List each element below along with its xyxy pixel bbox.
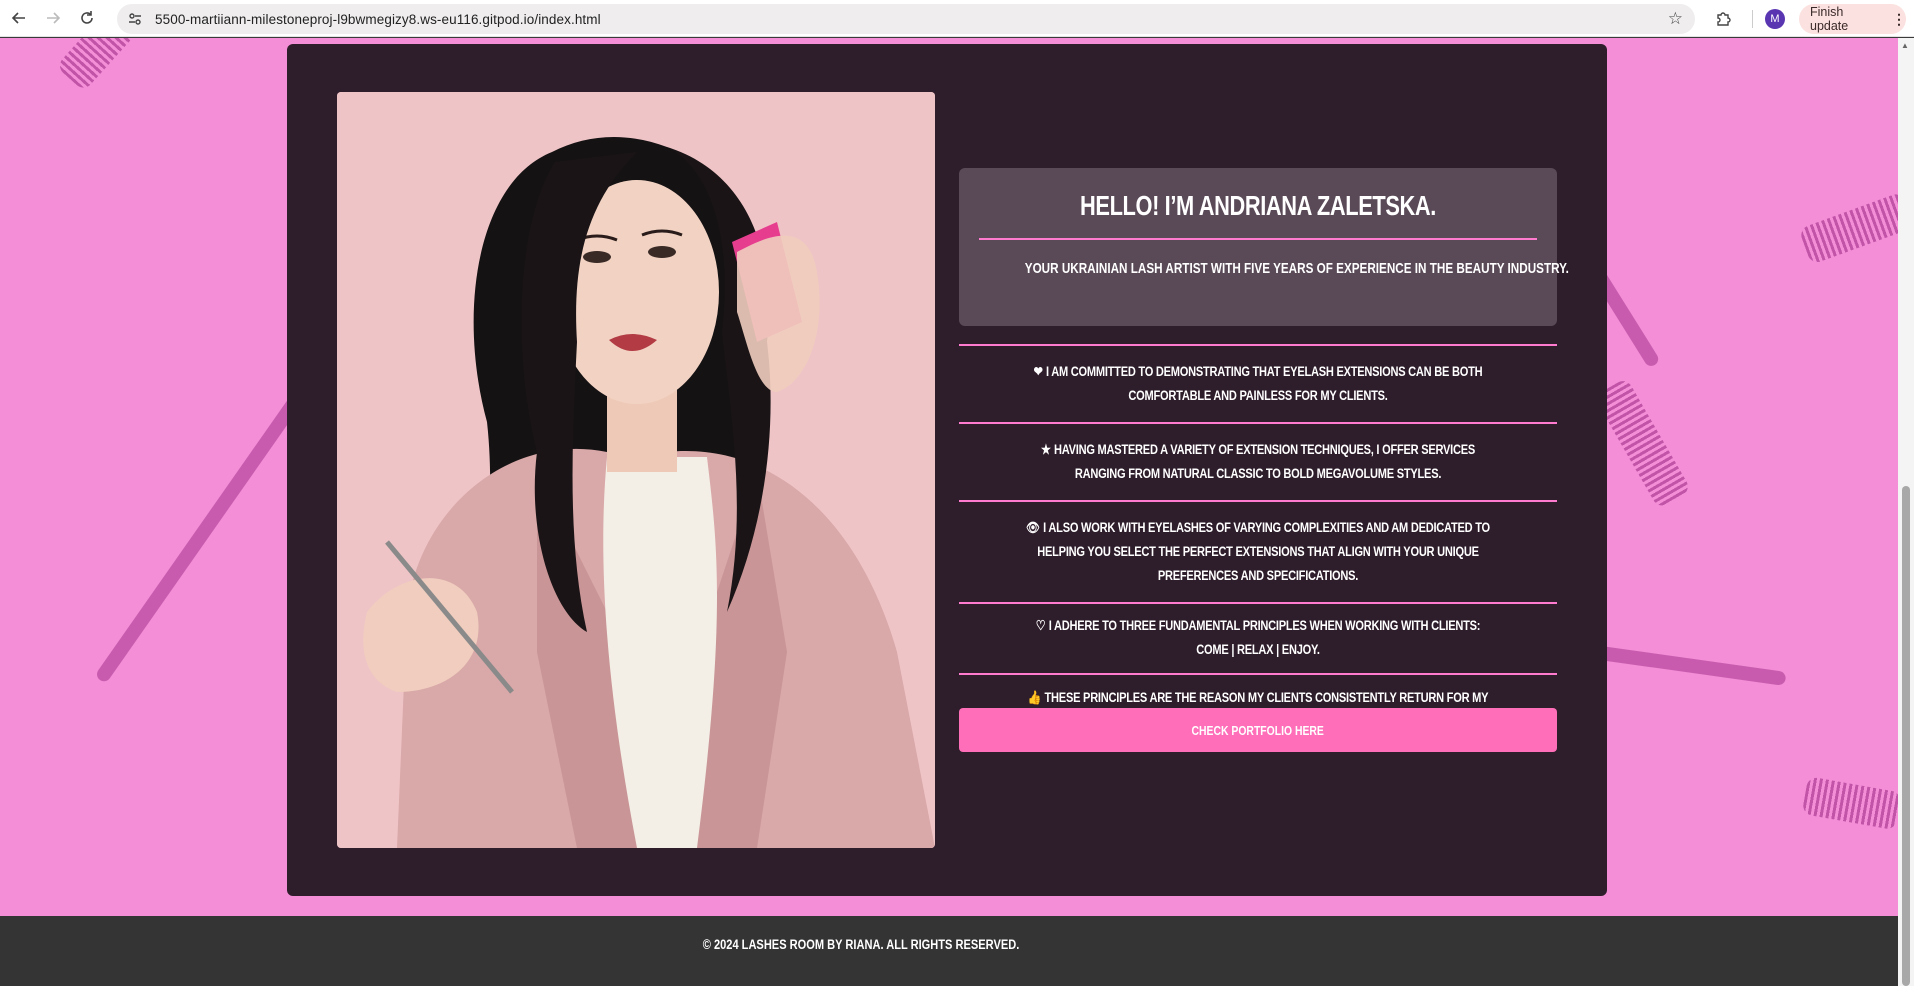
address-bar[interactable]: 5500-martiiann-milestoneproj-l9bwmegizy8… [117, 4, 1695, 34]
fact-text: Having mastered a variety of extension t… [1053, 442, 1476, 481]
heart-outline-icon: ♡ [1035, 618, 1046, 633]
profile-avatar[interactable]: M [1765, 9, 1785, 29]
arrow-left-icon [11, 12, 25, 24]
extensions-button[interactable] [1709, 4, 1739, 34]
heart-icon: ❤ [1033, 364, 1043, 379]
divider [979, 238, 1537, 240]
fact-text-wrapper: ★ Having mastered a variety of extension … [1024, 438, 1491, 486]
scrollbar-thumb[interactable] [1902, 486, 1910, 986]
fact-text-wrapper: 👁 I also work with eyelashes of varying c… [1024, 516, 1491, 588]
intro-box: Hello! I’m Andriana Zaletska. Your Ukrai… [959, 168, 1569, 326]
portrait-photo [337, 92, 935, 848]
fact-text: I adhere to three fundamental principles… [1048, 618, 1481, 657]
fact-item: ♡ I adhere to three fundamental principle… [959, 602, 1557, 673]
reload-icon [81, 11, 93, 24]
url-text[interactable]: 5500-martiiann-milestoneproj-l9bwmegizy8… [155, 12, 601, 27]
finish-update-label: Finish update [1810, 5, 1849, 33]
fact-text: I am committed to demonstrating that eye… [1045, 364, 1483, 403]
forward-button[interactable] [38, 3, 68, 33]
fact-text-wrapper: ♡ I adhere to three fundamental principle… [1024, 614, 1491, 662]
arrow-right-icon [47, 12, 61, 24]
portrait-illustration [337, 92, 935, 848]
fact-text-wrapper: ❤ I am committed to demonstrating that ey… [1024, 360, 1491, 408]
more-vert-icon: ⋮ [1892, 10, 1906, 27]
page-background: Hello! I’m Andriana Zaletska. Your Ukrai… [0, 38, 1898, 986]
eye-icon: 👁 [1026, 520, 1040, 535]
finish-update-button[interactable]: Finish update ⋮ [1799, 4, 1906, 34]
tune-icon [129, 13, 141, 25]
browser-toolbar: 5500-martiiann-milestoneproj-l9bwmegizy8… [0, 0, 1914, 37]
fact-item: ❤ I am committed to demonstrating that ey… [959, 344, 1557, 422]
thumbs-up-icon: 👍 [1027, 690, 1042, 705]
fact-item: ★ Having mastered a variety of extension … [959, 422, 1557, 500]
toolbar-divider [1752, 10, 1753, 28]
check-portfolio-button[interactable]: Check portfolio here [959, 708, 1557, 752]
intro-subtitle: Your Ukrainian lash artist with five yea… [1024, 260, 1569, 277]
site-info-button[interactable] [121, 5, 149, 33]
bookmark-star-icon[interactable]: ☆ [1668, 9, 1683, 29]
page-title: Hello! I’m Andriana Zaletska. [1080, 190, 1436, 221]
scroll-up-icon[interactable]: ▲ [1901, 41, 1909, 50]
footer: © 2024 Lashes Room by Riana. All rights … [0, 916, 1898, 986]
copyright-text: © 2024 Lashes Room by Riana. All rights … [703, 936, 1020, 952]
back-button[interactable] [4, 3, 34, 33]
about-card: Hello! I’m Andriana Zaletska. Your Ukrai… [287, 44, 1607, 896]
vertical-scrollbar[interactable]: ▲ [1898, 38, 1914, 986]
star-icon: ★ [1040, 442, 1051, 457]
reload-button[interactable] [72, 3, 102, 33]
fact-text: I also work with eyelashes of varying co… [1037, 520, 1490, 583]
check-portfolio-label: Check portfolio here [1191, 722, 1325, 738]
fact-item: 👁 I also work with eyelashes of varying c… [959, 500, 1557, 602]
puzzle-icon [1717, 12, 1731, 26]
facts-list: ❤ I am committed to demonstrating that ey… [959, 344, 1557, 744]
